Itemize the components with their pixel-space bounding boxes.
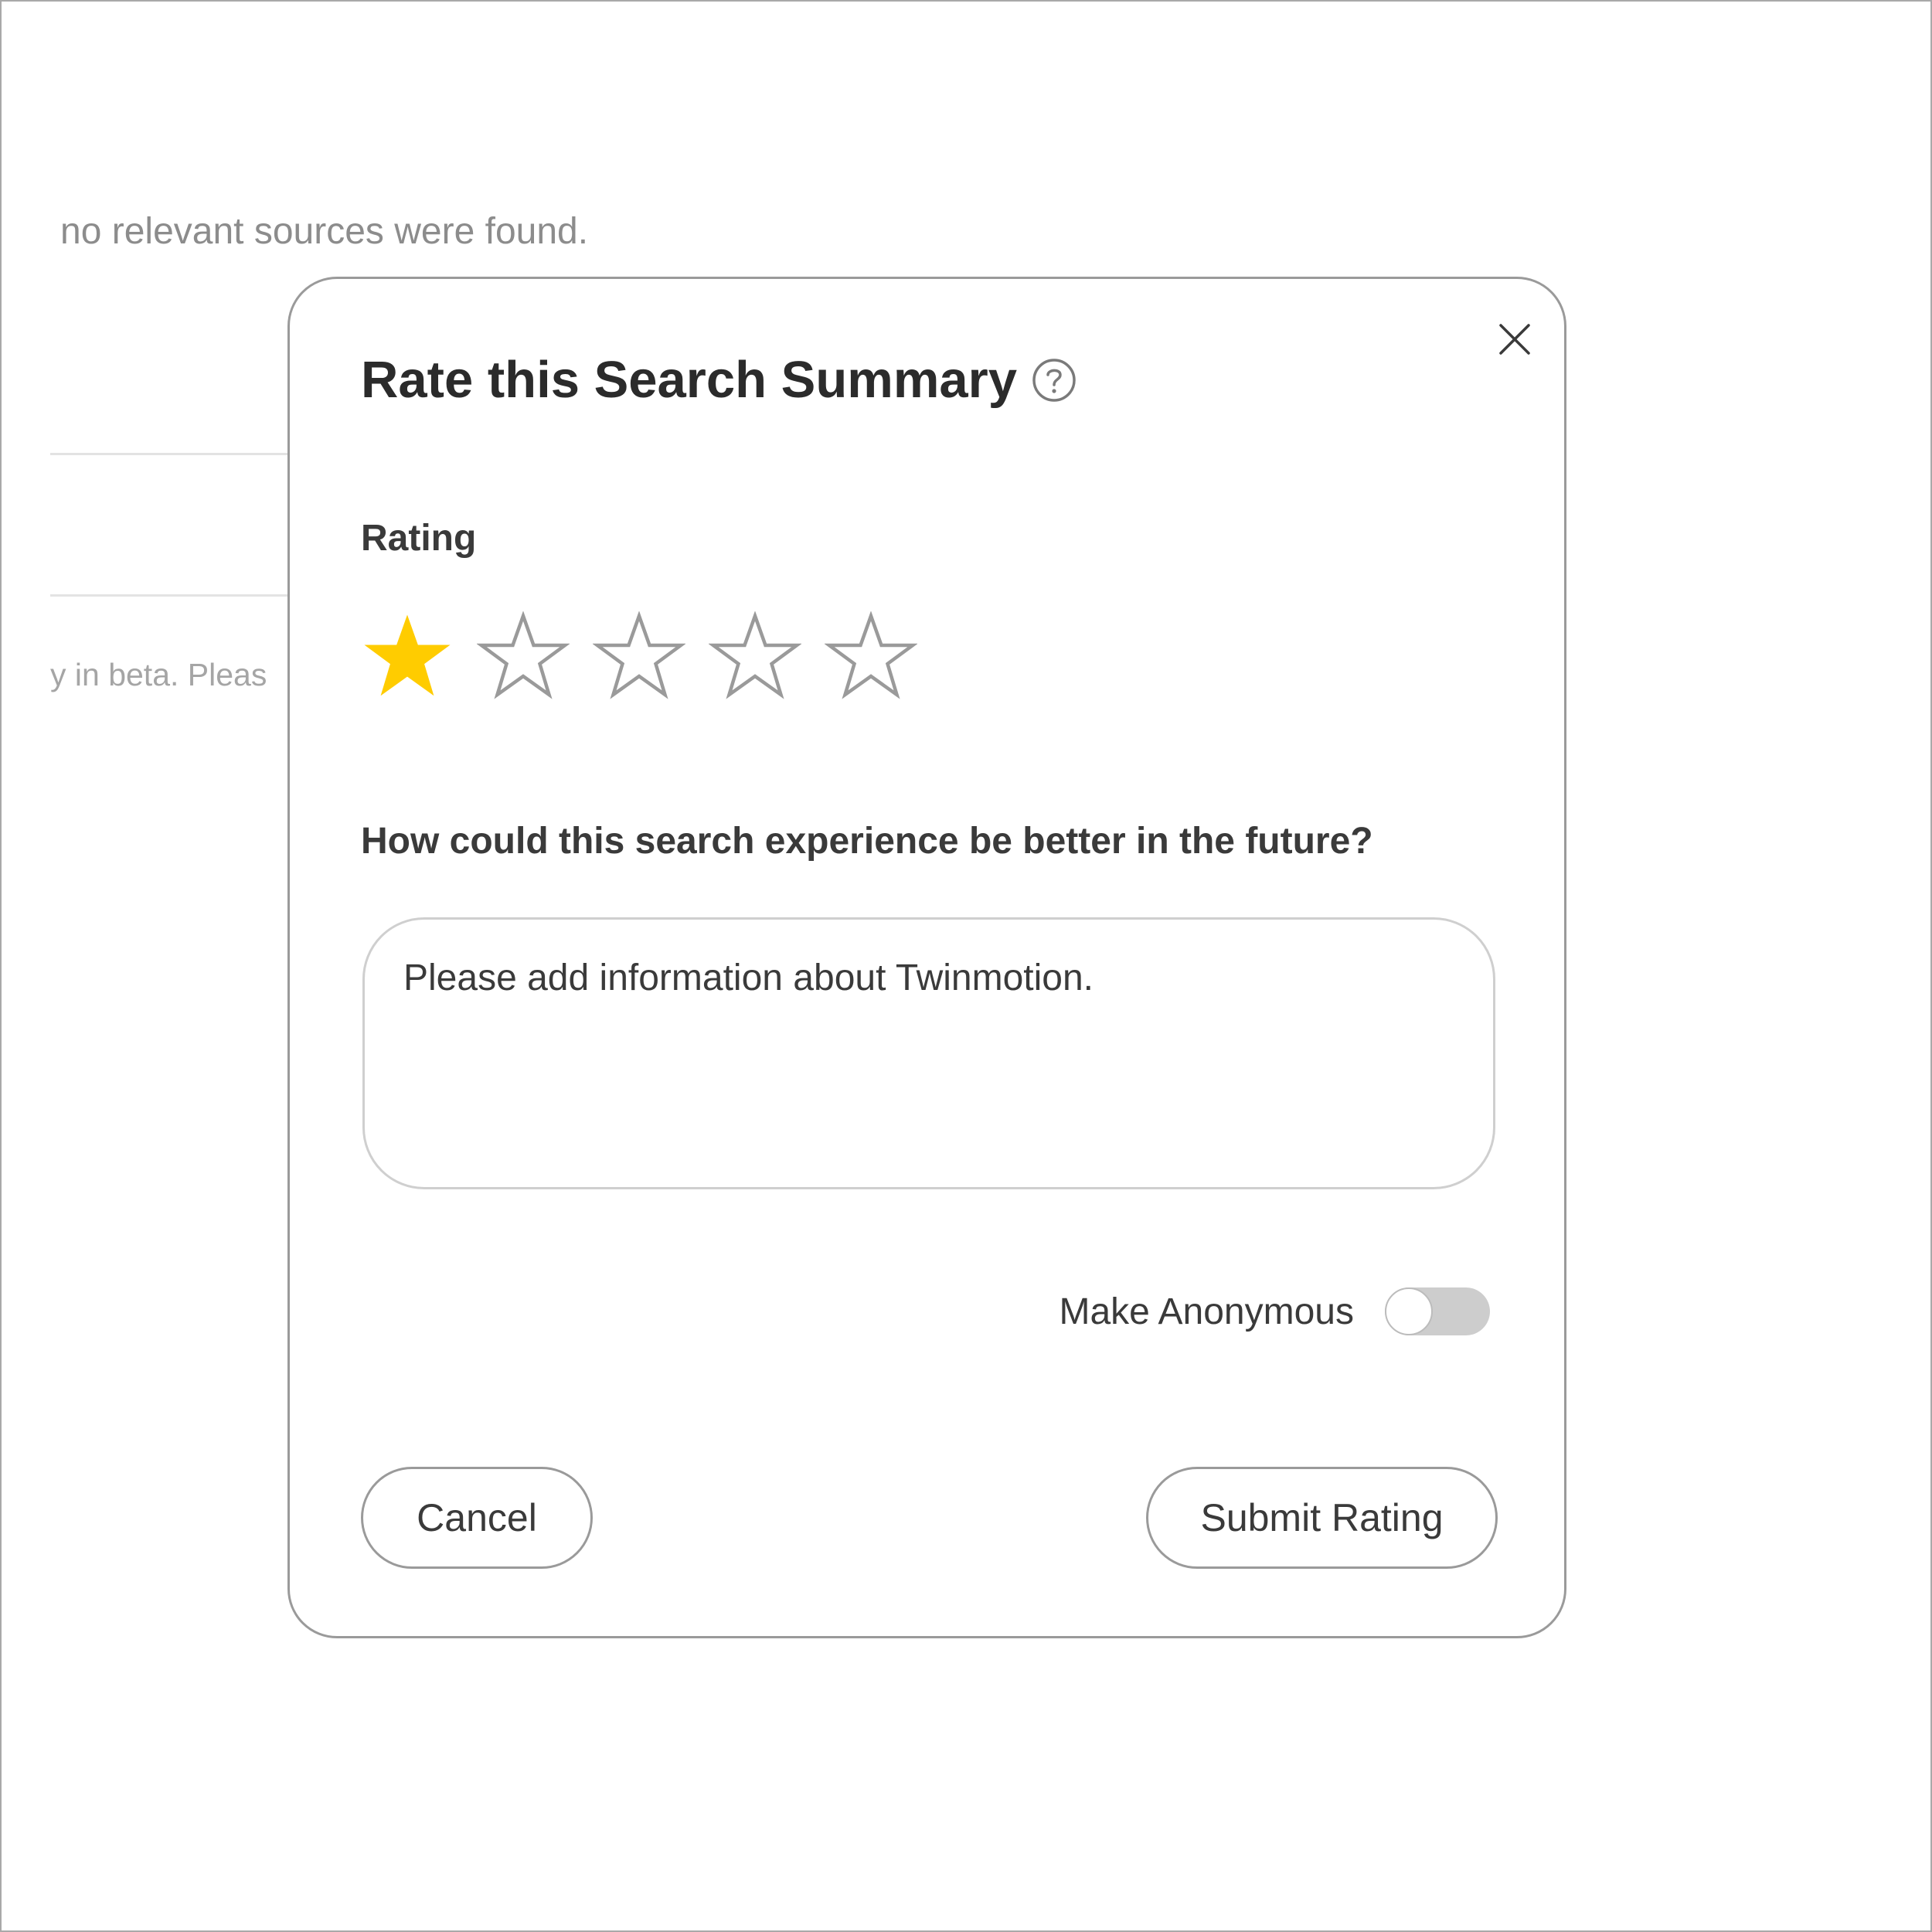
question-circle-icon[interactable] <box>1031 357 1077 403</box>
submit-rating-button[interactable]: Submit Rating <box>1146 1467 1498 1569</box>
star-empty-icon[interactable] <box>825 611 917 704</box>
anonymous-row: Make Anonymous <box>1059 1287 1490 1335</box>
cancel-button[interactable]: Cancel <box>361 1467 593 1569</box>
dialog-title: Rate this Search Summary <box>361 351 1018 409</box>
make-anonymous-toggle[interactable] <box>1385 1287 1490 1335</box>
toggle-knob <box>1385 1287 1433 1335</box>
background-sources-text: no relevant sources were found. <box>60 211 589 252</box>
background-divider <box>50 594 290 597</box>
close-button[interactable] <box>1492 316 1538 362</box>
dialog-header: Rate this Search Summary <box>361 350 1077 410</box>
star-filled-icon[interactable] <box>361 611 454 704</box>
rating-label: Rating <box>361 518 477 559</box>
star-rating <box>361 611 917 704</box>
star-empty-icon[interactable] <box>477 611 570 704</box>
star-empty-icon[interactable] <box>593 611 685 704</box>
background-beta-text: y in beta. Pleas <box>50 657 267 692</box>
feedback-textarea[interactable]: Please add information about Twinmotion. <box>362 917 1495 1189</box>
rate-summary-dialog: Rate this Search Summary Rating How coul… <box>287 277 1566 1638</box>
make-anonymous-label: Make Anonymous <box>1059 1291 1354 1332</box>
close-icon <box>1499 324 1530 355</box>
background-divider <box>50 453 290 455</box>
feedback-question: How could this search experience be bett… <box>361 821 1373 862</box>
star-empty-icon[interactable] <box>709 611 801 704</box>
